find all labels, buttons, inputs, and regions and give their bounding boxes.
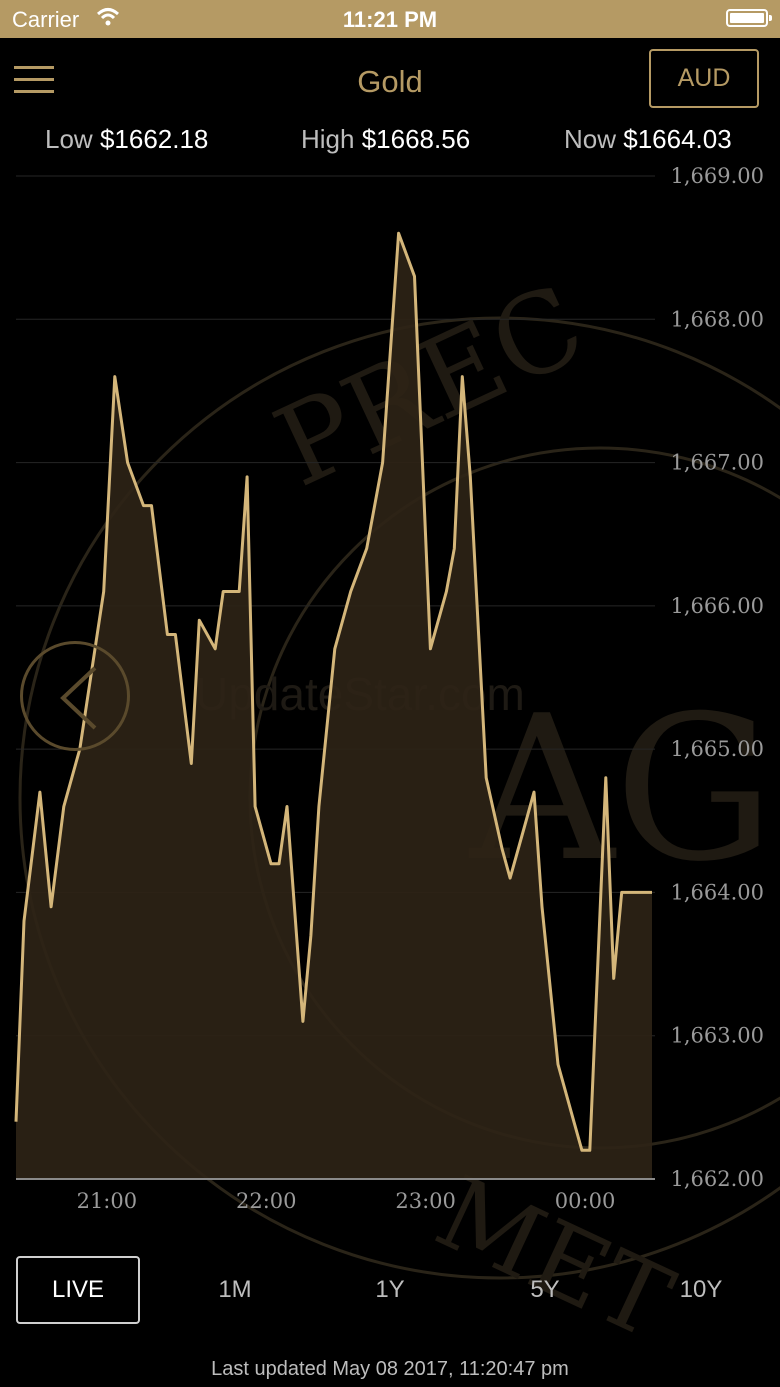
y-tick-label: 1,664.00 [670, 880, 764, 904]
y-tick-label: 1,669.00 [670, 164, 764, 188]
chevron-left-icon [60, 666, 97, 730]
range-10y-button[interactable]: 10Y [646, 1256, 756, 1324]
previous-arrow-button[interactable] [20, 641, 130, 751]
y-tick-label: 1,662.00 [670, 1167, 764, 1191]
y-tick-label: 1,665.00 [670, 737, 764, 761]
y-tick-label: 1,668.00 [670, 307, 764, 331]
last-updated-text: Last updated May 08 2017, 11:20:47 pm [211, 1358, 569, 1380]
y-tick-label: 1,666.00 [670, 594, 764, 618]
y-tick-label: 1,663.00 [670, 1024, 764, 1048]
x-tick-label: 22:00 [236, 1189, 297, 1213]
price-chart: 1,669.00 1,668.00 1,667.00 1,666.00 1,665.00… [14, 164, 764, 1213]
range-live-button[interactable]: LIVE [16, 1256, 140, 1324]
x-tick-label: 00:00 [555, 1189, 616, 1213]
range-1y-button[interactable]: 1Y [335, 1256, 445, 1324]
range-selector: LIVE 1M 1Y 5Y 10Y [0, 1256, 780, 1324]
x-tick-label: 21:00 [77, 1189, 138, 1213]
range-1m-button[interactable]: 1M [180, 1256, 290, 1324]
range-5y-button[interactable]: 5Y [490, 1256, 600, 1324]
y-tick-label: 1,667.00 [670, 451, 764, 475]
x-tick-label: 23:00 [395, 1189, 456, 1213]
